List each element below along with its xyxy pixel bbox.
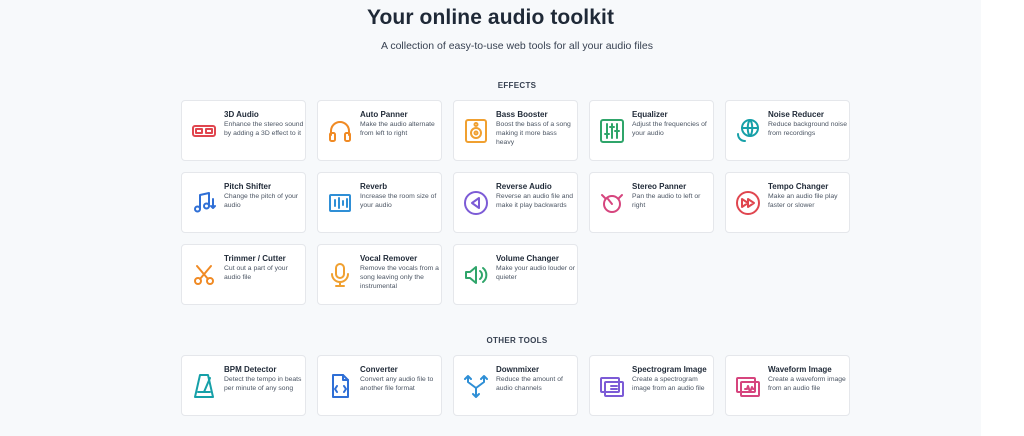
fast-forward-icon <box>734 189 762 217</box>
file-convert-icon <box>326 372 354 400</box>
tool-card-text: Equalizer Adjust the frequencies of your … <box>632 110 712 138</box>
tool-description: Boost the bass of a song making it more … <box>496 121 571 146</box>
tool-description: Create a spectrogram image from an audio… <box>632 376 705 392</box>
3d-glasses-icon <box>190 117 218 145</box>
tool-name: Trimmer / Cutter <box>224 254 286 263</box>
tool-card-equalizer[interactable]: Equalizer Adjust the frequencies of your … <box>589 100 714 161</box>
tool-description: Enhance the stereo sound by adding a 3D … <box>224 121 304 137</box>
tool-card-text: Auto Panner Make the audio alternate from… <box>360 110 440 138</box>
tool-description: Change the pitch of your audio <box>224 193 299 209</box>
tool-name: Downmixer <box>496 365 540 374</box>
tool-card-text: Vocal Remover Remove the vocals from a so… <box>360 254 440 291</box>
music-note-arrows-icon <box>190 189 218 217</box>
tool-card-converter[interactable]: Converter Convert any audio file to anoth… <box>317 355 442 416</box>
tool-card-text: Converter Convert any audio file to anoth… <box>360 365 440 393</box>
other-tools-heading: OTHER TOOLS <box>486 336 548 345</box>
reverse-play-icon <box>462 189 490 217</box>
tool-description: Pan the audio to left or right <box>632 193 701 209</box>
pan-knob-icon <box>598 189 626 217</box>
tool-card-tempo-changer[interactable]: Tempo Changer Make an audio file play fas… <box>725 172 850 233</box>
speaker-icon <box>462 117 490 145</box>
tool-card-waveform-image[interactable]: Waveform Image Create a waveform image fr… <box>725 355 850 416</box>
tool-description: Make your audio louder or quieter <box>496 265 575 281</box>
effects-heading: EFFECTS <box>497 81 537 90</box>
tool-card-reverb[interactable]: Reverb Increase the room size of your aud… <box>317 172 442 233</box>
tool-card-text: Pitch Shifter Change the pitch of your au… <box>224 182 304 210</box>
tool-name: Pitch Shifter <box>224 182 272 191</box>
tool-description: Increase the room size of your audio <box>360 193 437 209</box>
tool-name: Equalizer <box>632 110 668 119</box>
tool-description: Create a waveform image from an audio fi… <box>768 376 846 392</box>
tool-name: Converter <box>360 365 398 374</box>
tool-name: Spectrogram Image <box>632 365 707 374</box>
tool-description: Reverse an audio file and make it play b… <box>496 193 574 209</box>
tool-card-text: Bass Booster Boost the bass of a song mak… <box>496 110 576 147</box>
tool-card-vocal-remover[interactable]: Vocal Remover Remove the vocals from a so… <box>317 244 442 305</box>
tool-card-bpm-detector[interactable]: BPM Detector Detect the tempo in beats pe… <box>181 355 306 416</box>
tool-card-auto-panner[interactable]: Auto Panner Make the audio alternate from… <box>317 100 442 161</box>
metronome-icon <box>190 372 218 400</box>
tool-card-volume-changer[interactable]: Volume Changer Make your audio louder or … <box>453 244 578 305</box>
tool-card-3d-audio[interactable]: 3D Audio Enhance the stereo sound by addi… <box>181 100 306 161</box>
microphone-icon <box>326 261 354 289</box>
tool-name: Volume Changer <box>496 254 559 263</box>
headphones-icon <box>326 117 354 145</box>
tool-card-spectrogram-image[interactable]: Spectrogram Image Create a spectrogram im… <box>589 355 714 416</box>
tool-name: 3D Audio <box>224 110 259 119</box>
scissors-icon <box>190 261 218 289</box>
page-title: Your online audio toolkit <box>366 6 615 29</box>
tool-description: Convert any audio file to another file f… <box>360 376 434 392</box>
tool-card-text: Trimmer / Cutter Cut out a part of your a… <box>224 254 304 282</box>
room-reverb-icon <box>326 189 354 217</box>
tool-description: Cut out a part of your audio file <box>224 265 288 281</box>
tool-card-text: Tempo Changer Make an audio file play fas… <box>768 182 848 210</box>
tool-name: Vocal Remover <box>360 254 418 263</box>
tool-card-downmixer[interactable]: Downmixer Reduce the amount of audio chan… <box>453 355 578 416</box>
tool-card-bass-booster[interactable]: Bass Booster Boost the bass of a song mak… <box>453 100 578 161</box>
tool-description: Make the audio alternate from left to ri… <box>360 121 435 137</box>
tool-description: Make an audio file play faster or slower <box>768 193 838 209</box>
tool-card-text: Waveform Image Create a waveform image fr… <box>768 365 848 393</box>
tool-name: Bass Booster <box>496 110 548 119</box>
tool-card-text: Downmixer Reduce the amount of audio chan… <box>496 365 576 393</box>
tool-card-text: Reverse Audio Reverse an audio file and m… <box>496 182 576 210</box>
tool-description: Reduce the amount of audio channels <box>496 376 563 392</box>
volume-icon <box>462 261 490 289</box>
tool-card-pitch-shifter[interactable]: Pitch Shifter Change the pitch of your au… <box>181 172 306 233</box>
tool-card-noise-reducer[interactable]: Noise Reducer Reduce background noise fro… <box>725 100 850 161</box>
tool-description: Reduce background noise from recordings <box>768 121 847 137</box>
tool-name: Waveform Image <box>768 365 832 374</box>
tool-card-text: Stereo Panner Pan the audio to left or ri… <box>632 182 712 210</box>
tool-card-text: BPM Detector Detect the tempo in beats pe… <box>224 365 304 393</box>
globe-noise-icon <box>734 117 762 145</box>
tool-card-text: 3D Audio Enhance the stereo sound by addi… <box>224 110 304 138</box>
tool-card-text: Noise Reducer Reduce background noise fro… <box>768 110 848 138</box>
tool-description: Remove the vocals from a song leaving on… <box>360 265 439 290</box>
tool-name: Reverb <box>360 182 388 191</box>
downmix-arrows-icon <box>462 372 490 400</box>
equalizer-sliders-icon <box>598 117 626 145</box>
waveform-image-icon <box>734 372 762 400</box>
tool-card-reverse-audio[interactable]: Reverse Audio Reverse an audio file and m… <box>453 172 578 233</box>
tool-card-stereo-panner[interactable]: Stereo Panner Pan the audio to left or ri… <box>589 172 714 233</box>
tool-name: Auto Panner <box>360 110 408 119</box>
tool-name: Reverse Audio <box>496 182 552 191</box>
tool-card-text: Volume Changer Make your audio louder or … <box>496 254 576 282</box>
tool-card-trimmer-cutter[interactable]: Trimmer / Cutter Cut out a part of your a… <box>181 244 306 305</box>
tool-name: Stereo Panner <box>632 182 687 191</box>
tool-card-text: Reverb Increase the room size of your aud… <box>360 182 440 210</box>
page-subtitle: A collection of easy-to-use web tools fo… <box>381 40 653 52</box>
spectrogram-image-icon <box>598 372 626 400</box>
tool-name: Tempo Changer <box>768 182 829 191</box>
tool-description: Adjust the frequencies of your audio <box>632 121 707 137</box>
toolkit-panel: Your online audio toolkit A collection o… <box>0 0 981 436</box>
tool-description: Detect the tempo in beats per minute of … <box>224 376 302 392</box>
tool-name: Noise Reducer <box>768 110 825 119</box>
tool-name: BPM Detector <box>224 365 277 374</box>
tool-card-text: Spectrogram Image Create a spectrogram im… <box>632 365 712 393</box>
